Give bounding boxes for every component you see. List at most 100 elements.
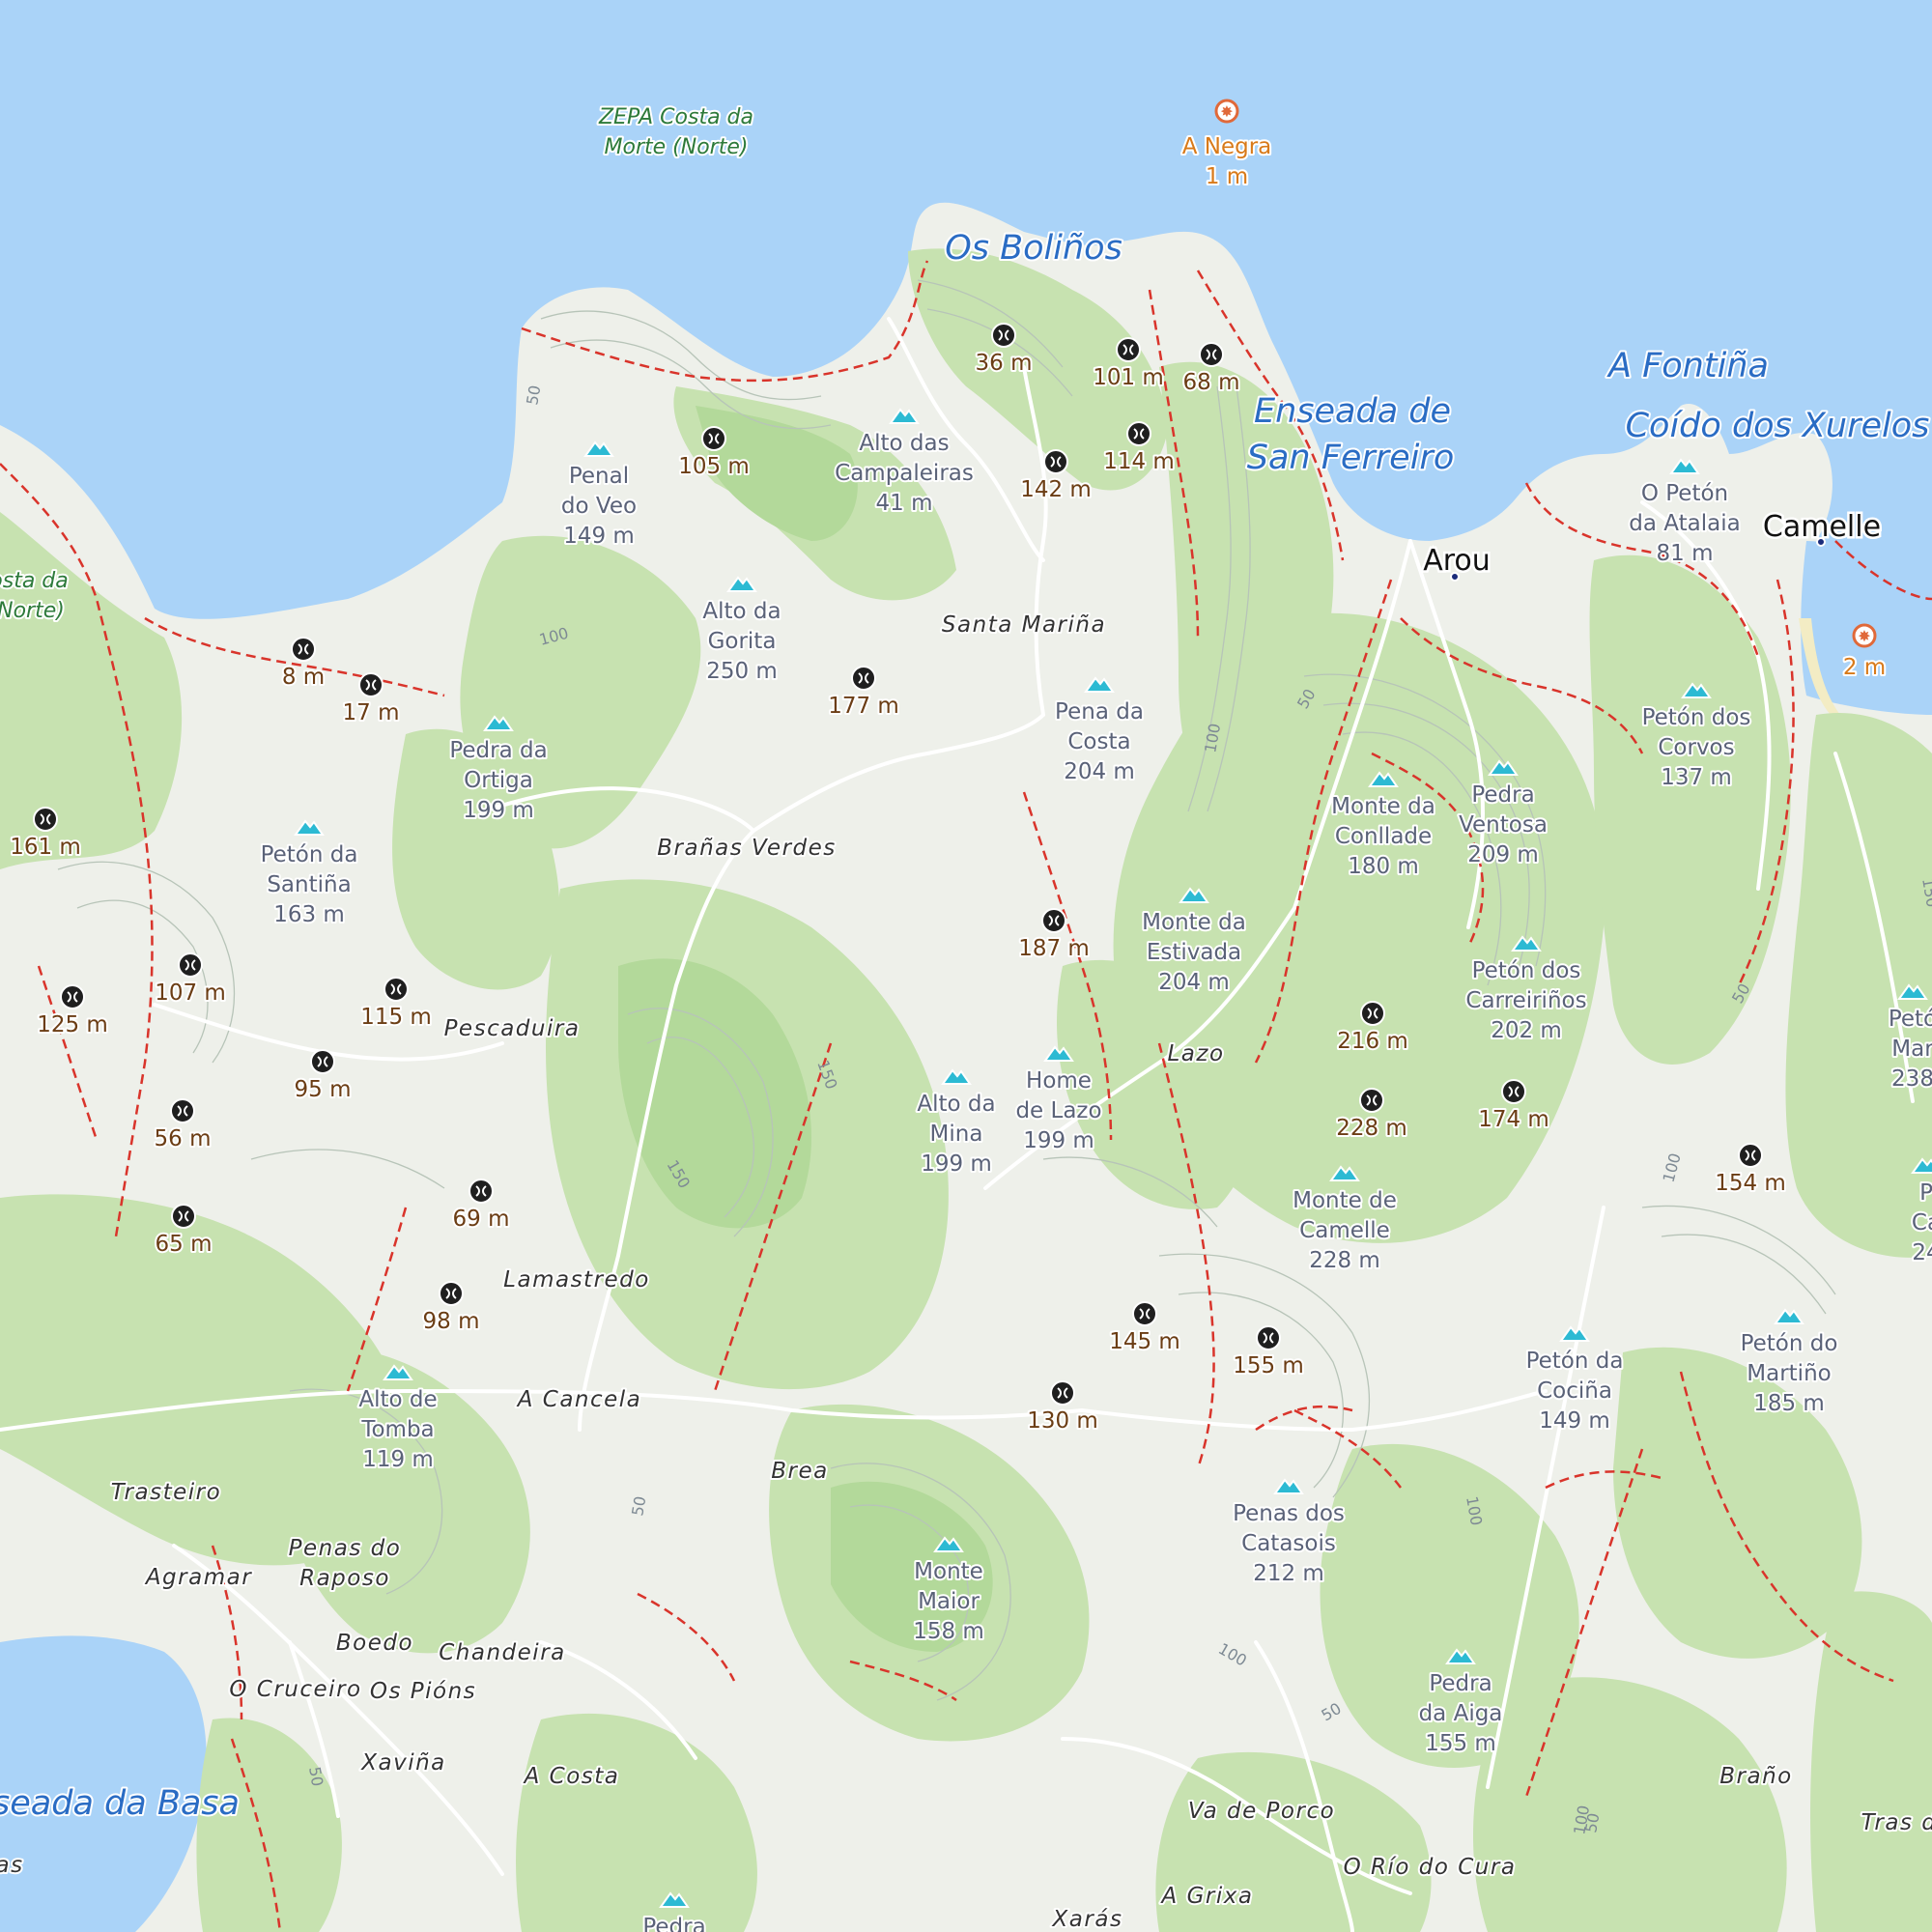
peak-label: 238	[1891, 1066, 1932, 1092]
place-label: Lamastredo	[503, 1267, 650, 1293]
peak-label: Petón dos	[1472, 958, 1581, 983]
town-label-camelle: Camelle	[1763, 510, 1881, 544]
peak-label: 41 m	[876, 491, 933, 516]
peak-label: Petón da	[261, 842, 358, 867]
peak-label: 202 m	[1491, 1018, 1562, 1043]
peak-label: P	[1919, 1180, 1932, 1206]
peak-label: Ca	[1912, 1210, 1932, 1236]
viewpoint-icon[interactable]	[1199, 342, 1224, 367]
peak-label: Pedra	[1471, 782, 1534, 808]
viewpoint-icon[interactable]	[178, 952, 203, 978]
spot-elevation-label: 216 m	[1337, 1029, 1408, 1054]
viewpoint-icon[interactable]	[291, 637, 316, 662]
viewpoint-icon[interactable]	[1359, 1088, 1384, 1113]
viewpoint-icon[interactable]	[991, 323, 1016, 348]
water-label-os-bolinos: Os Boliños	[945, 229, 1122, 268]
hazard-name: A Negra	[1182, 134, 1272, 159]
hazard-elevation: 2 m	[1843, 655, 1886, 680]
place-label: Agramar	[144, 1565, 252, 1590]
viewpoint-icon[interactable]	[358, 672, 384, 697]
peak-label: Gorita	[708, 629, 777, 654]
peak-label: Penas dos	[1233, 1501, 1345, 1526]
viewpoint-icon[interactable]	[851, 666, 876, 691]
peak-label: Monte	[914, 1559, 983, 1584]
peak-label: Monte da	[1142, 910, 1246, 935]
peak-label: Costa	[1067, 729, 1130, 754]
viewpoint-icon[interactable]	[384, 977, 409, 1002]
water-label-a-fontina: A Fontiña	[1606, 347, 1769, 385]
peak-label: 199 m	[1023, 1128, 1094, 1153]
spot-elevation-label: 177 m	[828, 694, 899, 719]
place-label: Xarás	[1052, 1907, 1123, 1932]
hazard-icon[interactable]: ✸	[1852, 623, 1877, 648]
spot-elevation-label: 155 m	[1233, 1353, 1304, 1378]
spot-elevation-label: 174 m	[1478, 1107, 1549, 1132]
spot-elevation-label: 95 m	[295, 1077, 352, 1102]
viewpoint-icon[interactable]	[701, 426, 726, 451]
viewpoint-icon[interactable]	[1116, 337, 1141, 362]
peak-label: Alto da	[702, 599, 781, 624]
water-label-enseada-basa: seada da Basa	[0, 1784, 240, 1823]
place-label: Chandeira	[439, 1640, 566, 1665]
place-label: Trasteiro	[111, 1480, 221, 1505]
viewpoint-icon[interactable]	[1050, 1380, 1075, 1406]
contour-label: 50	[305, 1765, 327, 1787]
water-label-enseada-ferreiro-2: San Ferreiro	[1247, 439, 1454, 477]
peak-label: Cociña	[1537, 1378, 1612, 1404]
place-label: A Costa	[523, 1764, 620, 1789]
place-label: O Cruceiro	[229, 1677, 361, 1702]
spot-elevation-label: 17 m	[343, 700, 400, 725]
spot-elevation-label: 36 m	[976, 351, 1033, 376]
topographic-map[interactable]: ✸ ✸ 50 100 150 150 100 50 100 150 50 100…	[0, 0, 1932, 1932]
viewpoint-icon[interactable]	[171, 1204, 196, 1229]
viewpoint-icon[interactable]	[1132, 1301, 1157, 1326]
peak-label: Estivada	[1147, 940, 1241, 965]
spot-elevation-label: 101 m	[1093, 365, 1164, 390]
peak-label: Pena da	[1055, 699, 1144, 724]
zepa-label-line1: ZEPA Costa da	[598, 105, 753, 129]
spot-elevation-label: 142 m	[1020, 477, 1092, 502]
peak-label: Ventosa	[1459, 812, 1548, 838]
zepa-left-label-line1: osta da	[0, 569, 69, 593]
peak-label: Petó	[1889, 1007, 1932, 1032]
viewpoint-icon[interactable]	[1738, 1143, 1763, 1168]
peak-label: 204 m	[1158, 970, 1230, 995]
viewpoint-icon[interactable]	[60, 984, 85, 1009]
viewpoint-icon[interactable]	[469, 1179, 494, 1204]
spot-elevation-label: 161 m	[10, 835, 81, 860]
spot-elevation-label: 115 m	[360, 1005, 432, 1030]
spot-elevation-label: 228 m	[1336, 1116, 1407, 1141]
viewpoint-icon[interactable]	[1256, 1325, 1281, 1350]
viewpoint-icon[interactable]	[1041, 908, 1066, 933]
viewpoint-icon[interactable]	[1043, 449, 1068, 474]
viewpoint-icon[interactable]	[1360, 1001, 1385, 1026]
zepa-left-label-line2: Norte)	[0, 599, 65, 623]
place-label: Santa Mariña	[942, 612, 1106, 638]
viewpoint-icon[interactable]	[33, 807, 58, 832]
place-label: Os Pións	[370, 1679, 476, 1704]
peak-label: Santiña	[267, 872, 351, 897]
place-label: Xaviña	[360, 1750, 446, 1776]
svg-text:✸: ✸	[1220, 104, 1233, 121]
spot-elevation-label: 68 m	[1183, 370, 1240, 395]
peak-label: 199 m	[463, 798, 534, 823]
viewpoint-icon[interactable]	[170, 1098, 195, 1123]
peak-label: Ortiga	[464, 768, 533, 793]
peak-label: Pedra	[1429, 1671, 1492, 1696]
peak-label: Pedra da	[449, 738, 547, 763]
spot-elevation-label: 114 m	[1103, 449, 1175, 474]
viewpoint-icon[interactable]	[439, 1281, 464, 1306]
viewpoint-icon[interactable]	[1501, 1079, 1526, 1104]
viewpoint-icon[interactable]	[310, 1049, 335, 1074]
peak-label: Petón da	[1526, 1349, 1624, 1374]
place-label: Raposo	[299, 1566, 390, 1591]
peak-label: 250 m	[706, 659, 778, 684]
peak-label: de Lazo	[1015, 1098, 1101, 1123]
place-label: A Cancela	[516, 1387, 642, 1412]
spot-elevation-label: 8 m	[282, 665, 325, 690]
viewpoint-icon[interactable]	[1126, 421, 1151, 446]
place-label: Brañas Verdes	[657, 836, 837, 861]
place-label: O Río do Cura	[1344, 1855, 1517, 1880]
hazard-icon[interactable]: ✸	[1214, 99, 1239, 124]
peak-label: Home	[1026, 1068, 1092, 1094]
